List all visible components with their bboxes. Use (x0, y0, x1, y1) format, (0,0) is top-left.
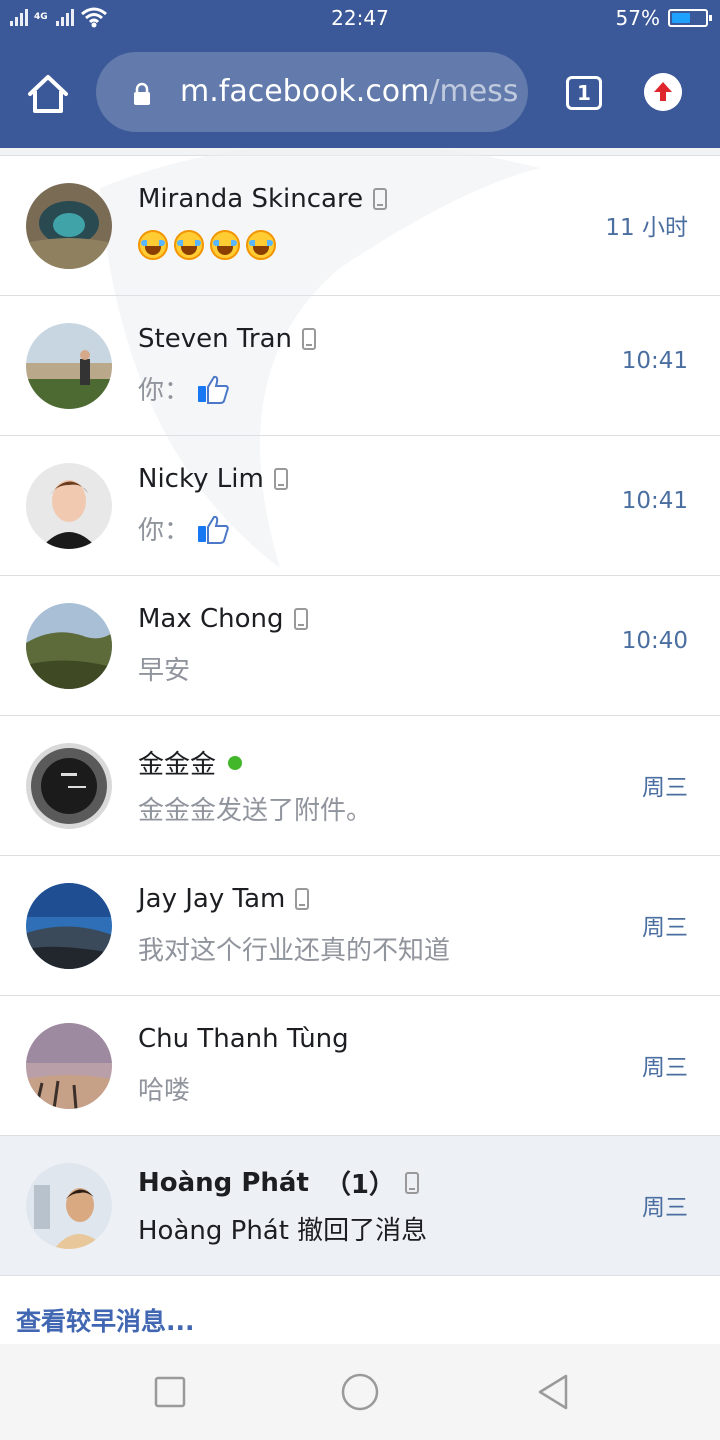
thread-row[interactable]: Max Chong 早安 10:40 (0, 576, 720, 716)
thread-name-row: Hoàng Phát （1） (138, 1164, 419, 1201)
avatar (26, 603, 112, 689)
url-text: m.facebook.com/mess (180, 74, 518, 109)
thread-time: 11 小时 (605, 215, 688, 241)
battery-status: 57% (615, 6, 712, 30)
mobile-phone-icon (373, 188, 388, 210)
back-triangle-icon[interactable] (534, 1372, 574, 1412)
snippet-text: 早安 (138, 656, 191, 686)
lock-icon (134, 82, 150, 105)
unread-count-badge: （1） (324, 1170, 395, 1200)
thread-time: 10:41 (621, 348, 688, 374)
thread-time: 周三 (642, 1195, 688, 1221)
snippet-text: 我对这个行业还真的不知道 (138, 936, 451, 966)
contact-name: Steven Tran (138, 324, 292, 354)
avatar (26, 1023, 112, 1109)
message-snippet: 金金金发送了附件。 (138, 790, 372, 827)
recent-apps-icon[interactable] (150, 1372, 190, 1412)
contact-name: Nicky Lim (138, 464, 264, 494)
snippet-text: 哈喽 (138, 1076, 191, 1106)
message-snippet: 你： (138, 370, 230, 407)
mobile-phone-icon (295, 888, 310, 910)
laughing-tears-emoji-icon (210, 230, 240, 260)
system-nav-bar (0, 1344, 720, 1440)
contact-name: Hoàng Phát (138, 1167, 309, 1198)
thread-row[interactable]: Nicky Lim 你： 10:41 (0, 436, 720, 576)
contact-name: Jay Jay Tam (138, 884, 286, 914)
see-older-messages-link[interactable]: 查看较早消息... (16, 1302, 195, 1338)
browser-toolbar: m.facebook.com/mess 1 (0, 38, 720, 148)
thread-name-row: Jay Jay Tam (138, 884, 310, 914)
home-circle-icon[interactable] (340, 1372, 380, 1412)
thread-name-row: 金金金 (138, 744, 243, 781)
upload-icon[interactable] (644, 73, 682, 111)
snippet-text: Hoàng Phát 撤回了消息 (138, 1216, 428, 1246)
avatar (26, 323, 112, 409)
avatar (26, 883, 112, 969)
laughing-tears-emoji-icon (138, 230, 168, 260)
thread-row[interactable]: Miranda Skincare 11 小时 (0, 156, 720, 296)
message-snippet: 早安 (138, 650, 190, 687)
thread-time: 10:41 (621, 488, 688, 514)
avatar (26, 1163, 112, 1249)
mobile-phone-icon (404, 1171, 419, 1194)
thread-row[interactable]: Steven Tran 你： 10:41 (0, 296, 720, 436)
thread-time: 周三 (642, 1055, 688, 1081)
message-snippet: 你： (138, 510, 230, 547)
message-snippet: Hoàng Phát 撤回了消息 (138, 1210, 427, 1247)
mobile-phone-icon (273, 468, 288, 490)
laughing-tears-emoji-icon (174, 230, 204, 260)
snippet-text: 你： (138, 516, 191, 546)
avatar (26, 183, 112, 269)
message-snippet: 我对这个行业还真的不知道 (138, 930, 450, 967)
mobile-phone-icon (293, 608, 308, 630)
contact-name: 金金金 (138, 750, 217, 780)
home-icon[interactable] (24, 70, 72, 118)
message-snippet (138, 230, 282, 260)
url-host: m.facebook.com (180, 74, 430, 109)
snippet-text: 你： (138, 376, 191, 406)
thread-name-row: Max Chong (138, 604, 308, 634)
address-bar[interactable]: m.facebook.com/mess (96, 52, 528, 132)
battery-icon (668, 9, 712, 27)
thumbs-up-icon (198, 375, 229, 404)
thread-time: 周三 (642, 915, 688, 941)
avatar (26, 743, 112, 829)
thread-row[interactable]: Jay Jay Tam 我对这个行业还真的不知道 周三 (0, 856, 720, 996)
thread-name-row: Steven Tran (138, 324, 316, 354)
thread-row[interactable]: Chu Thanh Tùng 哈喽 周三 (0, 996, 720, 1136)
avatar (26, 463, 112, 549)
clock: 22:47 (331, 6, 389, 30)
thread-row-unread[interactable]: Hoàng Phát （1） Hoàng Phát 撤回了消息 周三 (0, 1136, 720, 1276)
laughing-tears-emoji-icon (246, 230, 276, 260)
thread-time: 周三 (642, 775, 688, 801)
thread-name-row: Nicky Lim (138, 464, 288, 494)
thread-name-row: Miranda Skincare (138, 184, 388, 214)
thumbs-up-icon (198, 515, 229, 544)
message-list: Miranda Skincare 11 小时 Steven Tran 你： 10… (0, 148, 720, 1344)
thread-time: 10:40 (621, 628, 688, 654)
contact-name: Chu Thanh Tùng (138, 1024, 349, 1054)
status-bar: 4G 22:47 57% (0, 0, 720, 38)
thread-name-row: Chu Thanh Tùng (138, 1024, 349, 1054)
thread-row[interactable]: 金金金 金金金发送了附件。 周三 (0, 716, 720, 856)
mobile-phone-icon (301, 328, 316, 350)
online-status-icon (228, 755, 243, 770)
contact-name: Max Chong (138, 604, 284, 634)
tab-switcher-icon[interactable]: 1 (566, 76, 602, 110)
url-path: /mess (429, 74, 519, 109)
message-snippet: 哈喽 (138, 1070, 190, 1107)
snippet-text: 金金金发送了附件。 (138, 796, 373, 826)
battery-percent: 57% (615, 6, 660, 30)
contact-name: Miranda Skincare (138, 184, 364, 214)
